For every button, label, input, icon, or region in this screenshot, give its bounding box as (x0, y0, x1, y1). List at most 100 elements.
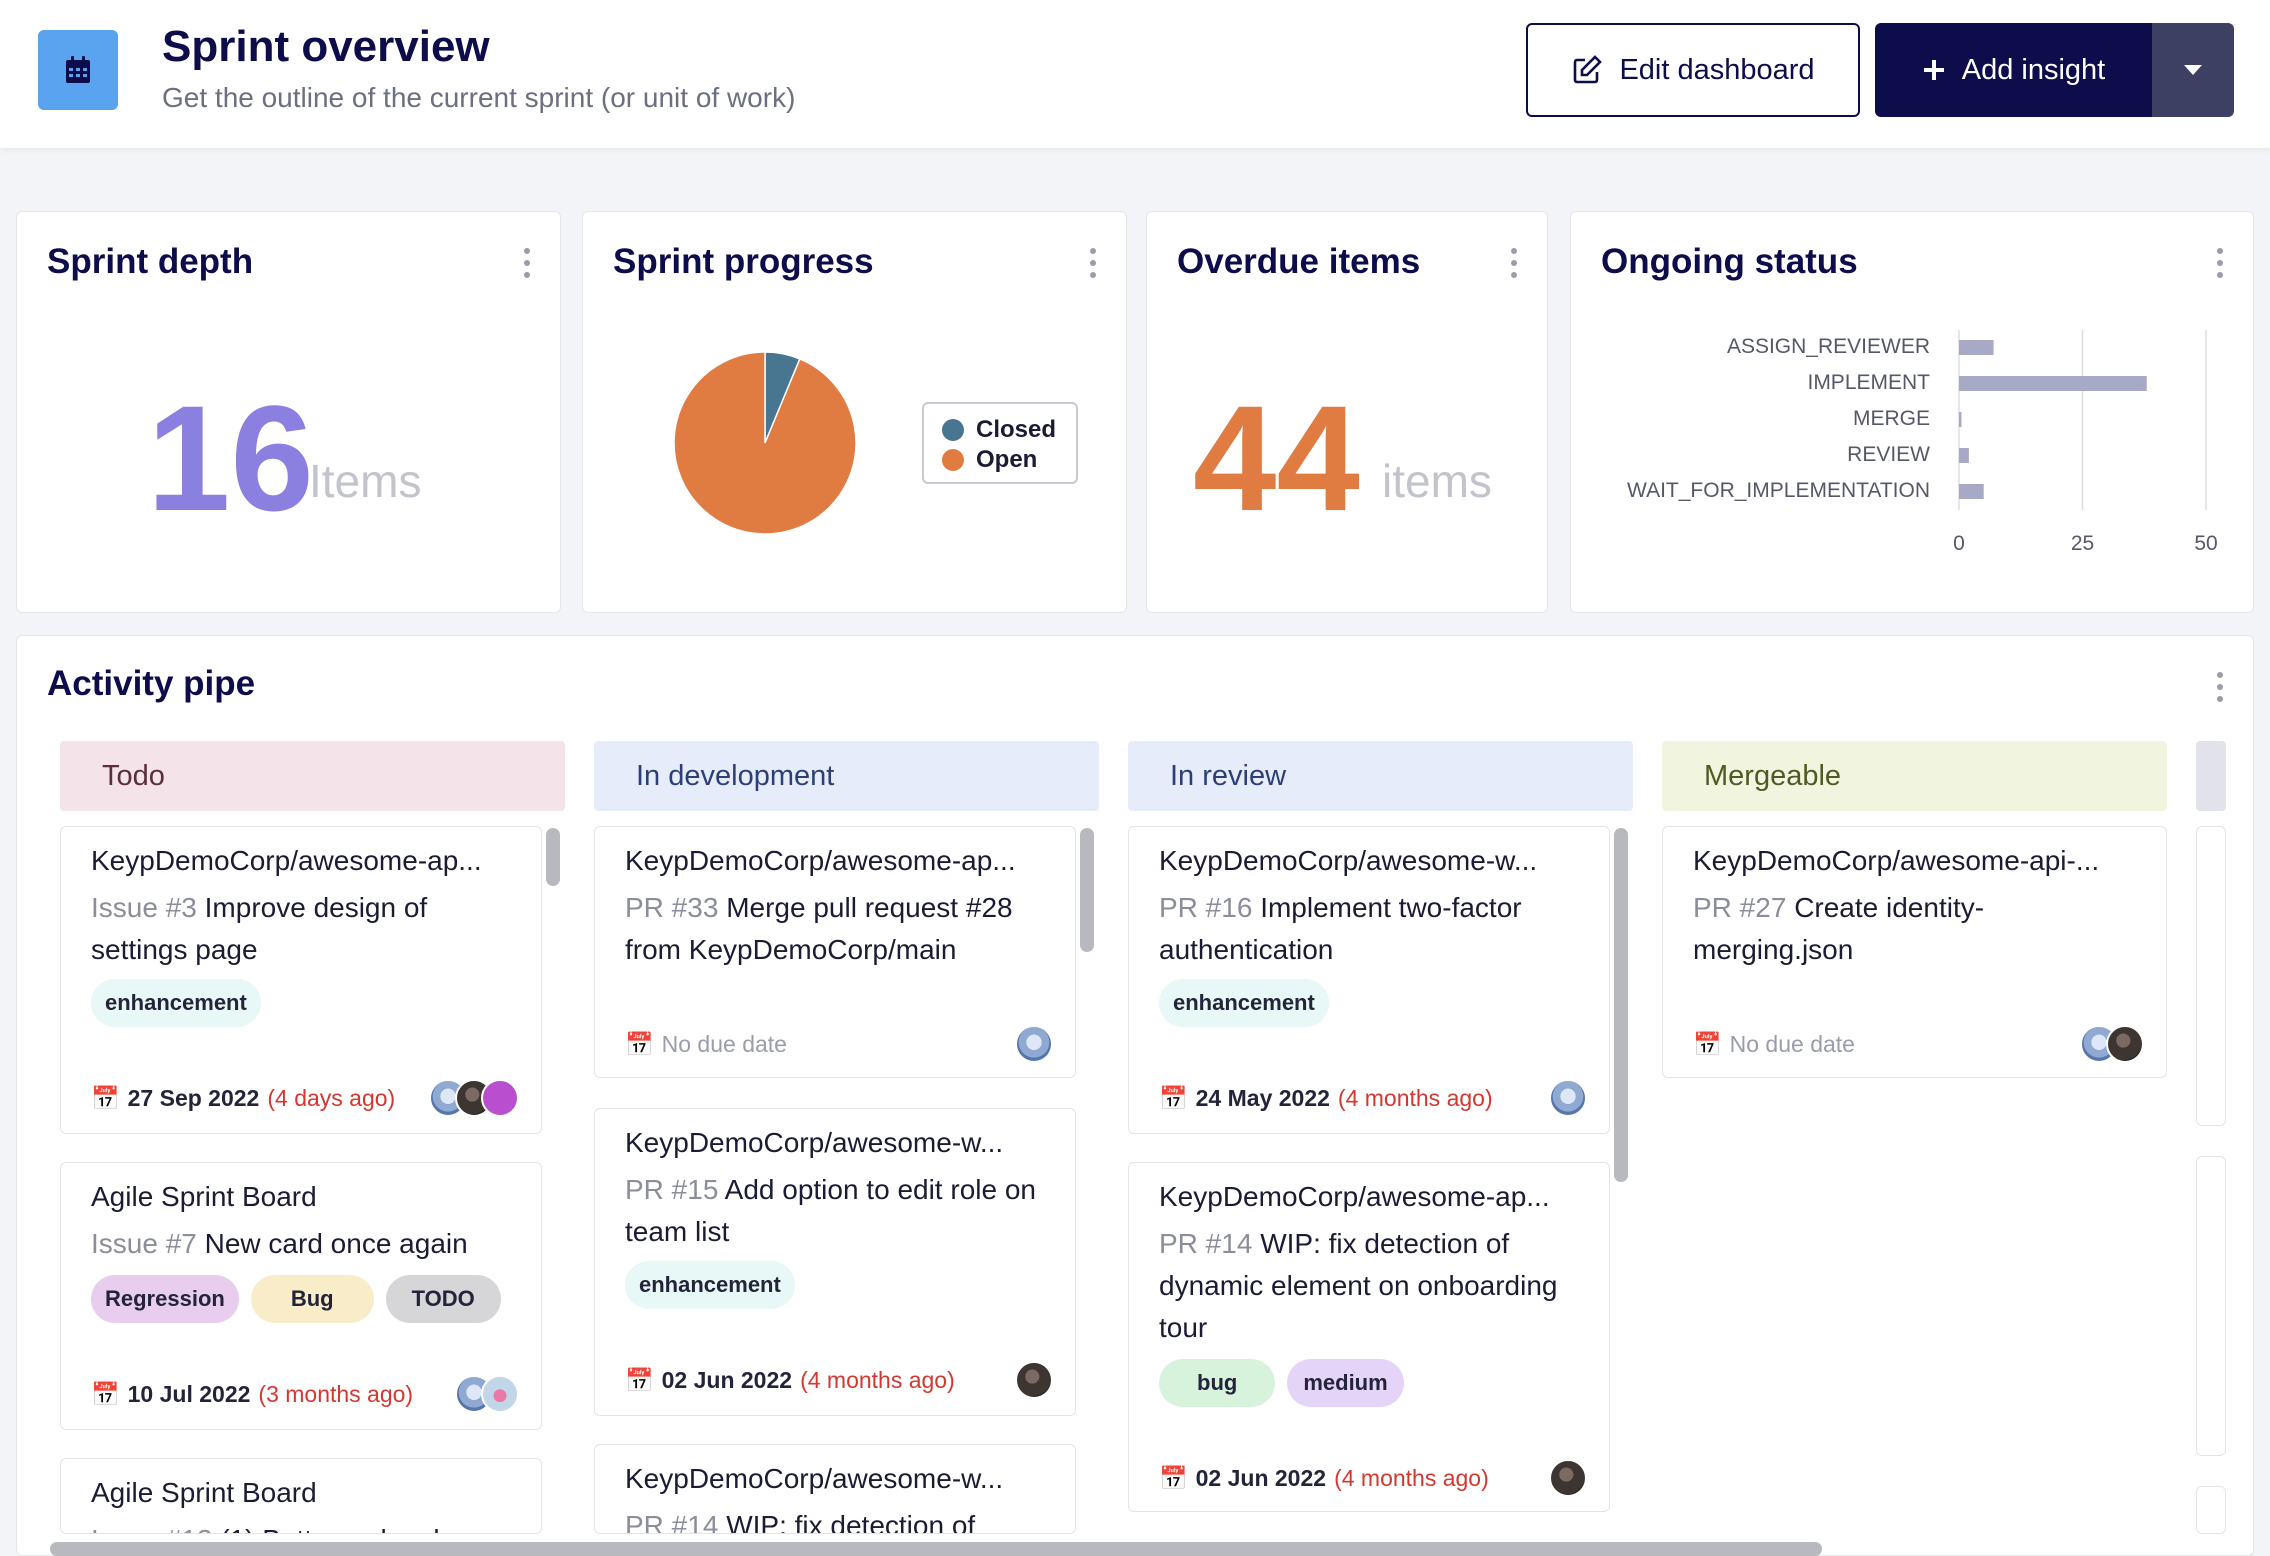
sprint-depth-value: 16 (147, 374, 314, 542)
card-description: Issue #3 Improve design of settings page (91, 887, 511, 971)
widget-menu-icon[interactable] (2215, 248, 2225, 278)
plus-icon (1923, 60, 1944, 80)
kanban-card[interactable]: KeypDemoCorp/awesome-w... PR #15 Add opt… (594, 1108, 1076, 1416)
card-repo: KeypDemoCorp/awesome-ap... (1159, 1181, 1550, 1212)
calendar-icon: 📅 (1159, 1085, 1188, 1111)
widget-menu-icon[interactable] (1088, 248, 1098, 278)
due-relative: (4 months ago) (1337, 1085, 1493, 1111)
calendar-icon: 📅 (1693, 1031, 1722, 1057)
calendar-icon: 📅 (1159, 1465, 1188, 1491)
avatar[interactable] (2106, 1025, 2144, 1063)
widget-menu-icon[interactable] (1509, 248, 1519, 278)
column-title: Mergeable (1704, 759, 1842, 792)
bar-assign_reviewer[interactable] (1959, 340, 1994, 355)
card-due-date: 📅 No due date (1693, 1031, 1855, 1058)
bar-review[interactable] (1959, 448, 1969, 463)
bar-implement[interactable] (1959, 376, 2147, 391)
card-assignees (1015, 1025, 1053, 1063)
card-due-date: 📅 02 Jun 2022 (4 months ago) (1159, 1465, 1489, 1492)
tag: medium (1287, 1359, 1404, 1407)
add-insight-button[interactable]: Add insight (1875, 23, 2152, 117)
widget-title: Activity pipe (47, 664, 256, 703)
widget-title: Ongoing status (1601, 242, 1858, 281)
card-description: PR #27 Create identity-merging.json (1693, 887, 2113, 971)
avatar[interactable] (481, 1375, 519, 1413)
card-ref: PR #27 (1693, 892, 1787, 923)
due-date: 02 Jun 2022 (1195, 1465, 1327, 1491)
kanban-card-partial[interactable] (2196, 1486, 2226, 1534)
card-tags: enhancement (625, 1261, 795, 1309)
card-description: PR #16 Implement two-factor authenticati… (1159, 887, 1579, 971)
card-assignees (1015, 1361, 1053, 1399)
legend-item-open: Open (942, 446, 1037, 474)
kanban-card[interactable]: KeypDemoCorp/awesome-ap... PR #33 Merge … (594, 826, 1076, 1078)
overdue-items-widget: Overdue items 44 items (1146, 211, 1548, 613)
y-tick-label: MERGE (1852, 407, 1930, 430)
kanban-card-partial[interactable] (2196, 826, 2226, 1126)
card-description: Issue #7 New card once again (91, 1223, 511, 1265)
pie-slice-open[interactable] (673, 351, 857, 535)
card-due-date: 📅 27 Sep 2022 (4 days ago) (91, 1085, 395, 1112)
card-repo: KeypDemoCorp/awesome-ap... (625, 845, 1016, 876)
edit-dashboard-button[interactable]: Edit dashboard (1526, 23, 1860, 117)
overdue-items-unit: items (1382, 455, 1492, 507)
avatar[interactable] (1549, 1459, 1587, 1497)
kanban-card[interactable]: KeypDemoCorp/awesome-w... PR #16 Impleme… (1128, 826, 1610, 1134)
todo-column-scrollbar[interactable] (546, 828, 560, 886)
legend-swatch (942, 449, 964, 471)
card-due-date: 📅 No due date (625, 1031, 787, 1058)
legend-label: Open (976, 446, 1038, 473)
avatar[interactable] (1015, 1025, 1053, 1063)
top-bar: Sprint overview Get the outline of the c… (0, 0, 2270, 148)
widget-menu-icon[interactable] (522, 248, 532, 278)
overdue-items-value: 44 (1193, 374, 1360, 542)
kanban-card[interactable]: KeypDemoCorp/awesome-api-... PR #27 Crea… (1662, 826, 2167, 1078)
card-repo: Agile Sprint Board (91, 1477, 317, 1508)
card-tags: Regression Bug TODO (91, 1275, 501, 1323)
kanban-card[interactable]: KeypDemoCorp/awesome-ap... Issue #3 Impr… (60, 826, 542, 1134)
calendar-icon: 📅 (625, 1031, 654, 1057)
card-tags: bug medium (1159, 1359, 1404, 1407)
tag: bug (1159, 1359, 1276, 1407)
card-assignees (2080, 1025, 2144, 1063)
card-ref: Issue #7 (91, 1228, 197, 1259)
ongoing-status-bar-chart: 0 25 50 (1953, 330, 2218, 555)
kanban-card[interactable]: KeypDemoCorp/awesome-w... PR #14 WIP: fi… (594, 1444, 1076, 1534)
caret-down-icon (2184, 65, 2202, 75)
legend-label: Closed (976, 416, 1057, 443)
card-ref: PR #15 (625, 1174, 719, 1205)
add-insight-dropdown-button[interactable] (2152, 23, 2234, 117)
tag: enhancement (91, 979, 261, 1027)
card-ref: PR #33 (625, 892, 719, 923)
avatar[interactable] (1549, 1079, 1587, 1117)
card-text: (1) Button color clean (220, 1524, 486, 1533)
no-due-date: No due date (1729, 1031, 1855, 1057)
y-tick-label: IMPLEMENT (1807, 371, 1930, 394)
card-ref: Issue #12 (91, 1524, 212, 1533)
sprint-depth-widget: Sprint depth 16 Items (16, 211, 561, 613)
in-review-column-scrollbar[interactable] (1614, 828, 1628, 1182)
tag: enhancement (625, 1261, 795, 1309)
column-title: Todo (102, 759, 165, 792)
due-date: 10 Jul 2022 (127, 1381, 251, 1407)
y-tick-label: WAIT_FOR_IMPLEMENTATION (1627, 479, 1930, 502)
tag: TODO (385, 1275, 501, 1323)
card-repo: Agile Sprint Board (91, 1181, 317, 1212)
avatar[interactable] (1015, 1361, 1053, 1399)
kanban-card-partial[interactable] (2196, 1156, 2226, 1456)
widget-title: Sprint progress (613, 242, 874, 281)
card-due-date: 📅 10 Jul 2022 (3 months ago) (91, 1381, 413, 1408)
kanban-card[interactable]: KeypDemoCorp/awesome-ap... PR #14 WIP: f… (1128, 1162, 1610, 1512)
bar-merge[interactable] (1959, 412, 1962, 427)
calendar-icon: 📅 (625, 1367, 654, 1393)
kanban-card[interactable]: Agile Sprint Board Issue #12 (1) Button … (60, 1458, 542, 1534)
widget-menu-icon[interactable] (2215, 672, 2225, 702)
in-development-column-scrollbar[interactable] (1080, 828, 1094, 952)
no-due-date: No due date (661, 1031, 787, 1057)
kanban-card[interactable]: Agile Sprint Board Issue #7 New card onc… (60, 1162, 542, 1430)
avatar[interactable] (481, 1079, 519, 1117)
card-ref: PR #16 (1159, 892, 1253, 923)
sprint-progress-pie-chart (673, 351, 857, 535)
activity-horizontal-scrollbar[interactable] (50, 1542, 1822, 1556)
bar-wait_for_implementation[interactable] (1959, 484, 1984, 499)
